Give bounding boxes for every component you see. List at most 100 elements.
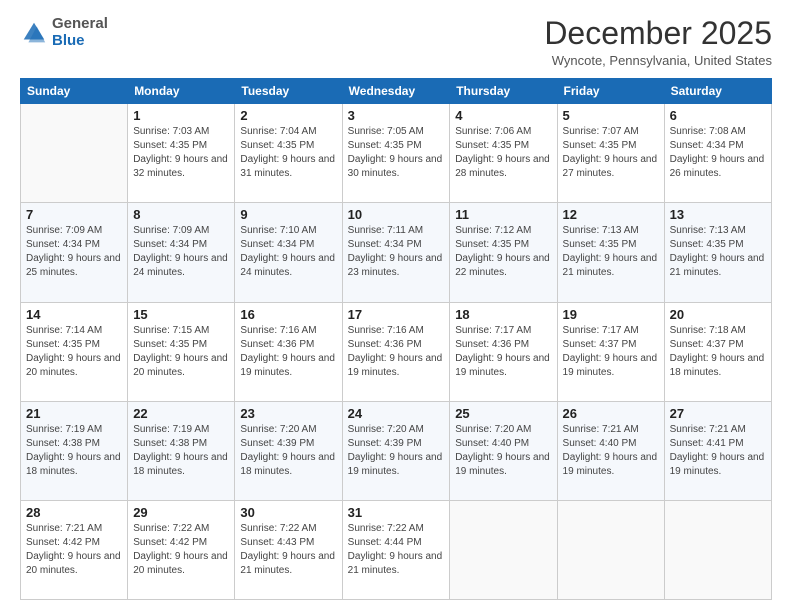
day-number: 5 bbox=[563, 108, 659, 123]
cell-info: Sunrise: 7:22 AM Sunset: 4:44 PM Dayligh… bbox=[348, 522, 445, 578]
calendar-cell: 31 Sunrise: 7:22 AM Sunset: 4:44 PM Dayli… bbox=[342, 500, 450, 599]
calendar-cell: 30Sunrise: 7:22 AM Sunset: 4:43 PM Dayli… bbox=[235, 500, 342, 599]
cell-info: Sunrise: 7:03 AM Sunset: 4:35 PM Dayligh… bbox=[133, 125, 229, 181]
day-number: 19 bbox=[563, 307, 659, 322]
col-header-saturday: Saturday bbox=[664, 79, 771, 104]
calendar-cell: 18 Sunrise: 7:17 AM Sunset: 4:36 PM Dayli… bbox=[450, 302, 557, 401]
day-number: 2 bbox=[240, 108, 336, 123]
day-number: 14 bbox=[26, 307, 122, 322]
calendar-cell bbox=[664, 500, 771, 599]
calendar-cell: 13 Sunrise: 7:13 AM Sunset: 4:35 PM Dayli… bbox=[664, 203, 771, 302]
day-number: 3 bbox=[348, 108, 445, 123]
cell-info: Sunrise: 7:20 AM Sunset: 4:39 PM Dayligh… bbox=[240, 423, 336, 479]
calendar-cell: 20 Sunrise: 7:18 AM Sunset: 4:37 PM Dayli… bbox=[664, 302, 771, 401]
calendar-cell: 11 Sunrise: 7:12 AM Sunset: 4:35 PM Dayli… bbox=[450, 203, 557, 302]
calendar-cell: 19 Sunrise: 7:17 AM Sunset: 4:37 PM Dayli… bbox=[557, 302, 664, 401]
col-header-friday: Friday bbox=[557, 79, 664, 104]
calendar-cell: 6 Sunrise: 7:08 AM Sunset: 4:34 PM Daylig… bbox=[664, 104, 771, 203]
calendar-cell: 12 Sunrise: 7:13 AM Sunset: 4:35 PM Dayli… bbox=[557, 203, 664, 302]
cell-info: Sunrise: 7:14 AM Sunset: 4:35 PM Dayligh… bbox=[26, 324, 122, 380]
day-number: 22 bbox=[133, 406, 229, 421]
location: Wyncote, Pennsylvania, United States bbox=[544, 53, 772, 68]
cell-info: Sunrise: 7:18 AM Sunset: 4:37 PM Dayligh… bbox=[670, 324, 766, 380]
day-number: 18 bbox=[455, 307, 551, 322]
calendar-cell: 22 Sunrise: 7:19 AM Sunset: 4:38 PM Dayli… bbox=[128, 401, 235, 500]
day-number: 13 bbox=[670, 207, 766, 222]
calendar-cell: 25Sunrise: 7:20 AM Sunset: 4:40 PM Dayli… bbox=[450, 401, 557, 500]
calendar-cell: 8 Sunrise: 7:09 AM Sunset: 4:34 PM Daylig… bbox=[128, 203, 235, 302]
calendar-cell: 21 Sunrise: 7:19 AM Sunset: 4:38 PM Dayli… bbox=[21, 401, 128, 500]
day-number: 20 bbox=[670, 307, 766, 322]
day-number: 29 bbox=[133, 505, 229, 520]
calendar-cell: 9 Sunrise: 7:10 AM Sunset: 4:34 PM Daylig… bbox=[235, 203, 342, 302]
cell-info: Sunrise: 7:21 AM Sunset: 4:41 PM Dayligh… bbox=[670, 423, 766, 479]
cell-info: Sunrise: 7:12 AM Sunset: 4:35 PM Dayligh… bbox=[455, 224, 551, 280]
day-number: 9 bbox=[240, 207, 336, 222]
calendar-week-row: 14 Sunrise: 7:14 AM Sunset: 4:35 PM Dayli… bbox=[21, 302, 772, 401]
cell-info: Sunrise: 7:19 AM Sunset: 4:38 PM Dayligh… bbox=[133, 423, 229, 479]
day-number: 21 bbox=[26, 406, 122, 421]
calendar-cell: 24Sunrise: 7:20 AM Sunset: 4:39 PM Dayli… bbox=[342, 401, 450, 500]
calendar-cell bbox=[557, 500, 664, 599]
cell-info: Sunrise: 7:19 AM Sunset: 4:38 PM Dayligh… bbox=[26, 423, 122, 479]
title-block: December 2025 Wyncote, Pennsylvania, Uni… bbox=[544, 16, 772, 68]
cell-info: Sunrise: 7:08 AM Sunset: 4:34 PM Dayligh… bbox=[670, 125, 766, 181]
calendar-cell: 7 Sunrise: 7:09 AM Sunset: 4:34 PM Daylig… bbox=[21, 203, 128, 302]
day-number: 26 bbox=[563, 406, 659, 421]
calendar-cell: 2 Sunrise: 7:04 AM Sunset: 4:35 PM Daylig… bbox=[235, 104, 342, 203]
cell-info: Sunrise: 7:04 AM Sunset: 4:35 PM Dayligh… bbox=[240, 125, 336, 181]
header: General Blue December 2025 Wyncote, Penn… bbox=[20, 16, 772, 68]
calendar-cell: 23 Sunrise: 7:20 AM Sunset: 4:39 PM Dayli… bbox=[235, 401, 342, 500]
logo-general: General bbox=[52, 15, 108, 32]
col-header-tuesday: Tuesday bbox=[235, 79, 342, 104]
calendar-table: SundayMondayTuesdayWednesdayThursdayFrid… bbox=[20, 78, 772, 600]
calendar-page: General Blue December 2025 Wyncote, Penn… bbox=[0, 0, 792, 612]
calendar-cell: 16Sunrise: 7:16 AM Sunset: 4:36 PM Dayli… bbox=[235, 302, 342, 401]
cell-info: Sunrise: 7:20 AM Sunset: 4:40 PM Dayligh… bbox=[455, 423, 551, 479]
logo-text: General Blue bbox=[52, 16, 108, 49]
cell-info: Sunrise: 7:13 AM Sunset: 4:35 PM Dayligh… bbox=[670, 224, 766, 280]
col-header-monday: Monday bbox=[128, 79, 235, 104]
calendar-cell: 1Sunrise: 7:03 AM Sunset: 4:35 PM Daylig… bbox=[128, 104, 235, 203]
calendar-week-row: 21 Sunrise: 7:19 AM Sunset: 4:38 PM Dayli… bbox=[21, 401, 772, 500]
calendar-cell bbox=[450, 500, 557, 599]
cell-info: Sunrise: 7:17 AM Sunset: 4:37 PM Dayligh… bbox=[563, 324, 659, 380]
col-header-thursday: Thursday bbox=[450, 79, 557, 104]
day-number: 4 bbox=[455, 108, 551, 123]
day-number: 7 bbox=[26, 207, 122, 222]
cell-info: Sunrise: 7:15 AM Sunset: 4:35 PM Dayligh… bbox=[133, 324, 229, 380]
calendar-cell: 4Sunrise: 7:06 AM Sunset: 4:35 PM Daylig… bbox=[450, 104, 557, 203]
calendar-header-row: SundayMondayTuesdayWednesdayThursdayFrid… bbox=[21, 79, 772, 104]
calendar-cell: 17Sunrise: 7:16 AM Sunset: 4:36 PM Dayli… bbox=[342, 302, 450, 401]
cell-info: Sunrise: 7:20 AM Sunset: 4:39 PM Dayligh… bbox=[348, 423, 445, 479]
calendar-week-row: 7 Sunrise: 7:09 AM Sunset: 4:34 PM Daylig… bbox=[21, 203, 772, 302]
cell-info: Sunrise: 7:09 AM Sunset: 4:34 PM Dayligh… bbox=[26, 224, 122, 280]
calendar-cell: 10 Sunrise: 7:11 AM Sunset: 4:34 PM Dayli… bbox=[342, 203, 450, 302]
cell-info: Sunrise: 7:22 AM Sunset: 4:42 PM Dayligh… bbox=[133, 522, 229, 578]
cell-info: Sunrise: 7:21 AM Sunset: 4:42 PM Dayligh… bbox=[26, 522, 122, 578]
day-number: 8 bbox=[133, 207, 229, 222]
day-number: 11 bbox=[455, 207, 551, 222]
calendar-week-row: 28 Sunrise: 7:21 AM Sunset: 4:42 PM Dayli… bbox=[21, 500, 772, 599]
day-number: 27 bbox=[670, 406, 766, 421]
cell-info: Sunrise: 7:17 AM Sunset: 4:36 PM Dayligh… bbox=[455, 324, 551, 380]
day-number: 16 bbox=[240, 307, 336, 322]
calendar-cell: 26 Sunrise: 7:21 AM Sunset: 4:40 PM Dayli… bbox=[557, 401, 664, 500]
month-title: December 2025 bbox=[544, 16, 772, 51]
cell-info: Sunrise: 7:21 AM Sunset: 4:40 PM Dayligh… bbox=[563, 423, 659, 479]
day-number: 15 bbox=[133, 307, 229, 322]
cell-info: Sunrise: 7:13 AM Sunset: 4:35 PM Dayligh… bbox=[563, 224, 659, 280]
calendar-cell: 15 Sunrise: 7:15 AM Sunset: 4:35 PM Dayli… bbox=[128, 302, 235, 401]
cell-info: Sunrise: 7:09 AM Sunset: 4:34 PM Dayligh… bbox=[133, 224, 229, 280]
col-header-wednesday: Wednesday bbox=[342, 79, 450, 104]
day-number: 10 bbox=[348, 207, 445, 222]
day-number: 31 bbox=[348, 505, 445, 520]
cell-info: Sunrise: 7:11 AM Sunset: 4:34 PM Dayligh… bbox=[348, 224, 445, 280]
day-number: 28 bbox=[26, 505, 122, 520]
cell-info: Sunrise: 7:10 AM Sunset: 4:34 PM Dayligh… bbox=[240, 224, 336, 280]
day-number: 6 bbox=[670, 108, 766, 123]
day-number: 23 bbox=[240, 406, 336, 421]
day-number: 12 bbox=[563, 207, 659, 222]
calendar-cell bbox=[21, 104, 128, 203]
logo: General Blue bbox=[20, 16, 108, 49]
